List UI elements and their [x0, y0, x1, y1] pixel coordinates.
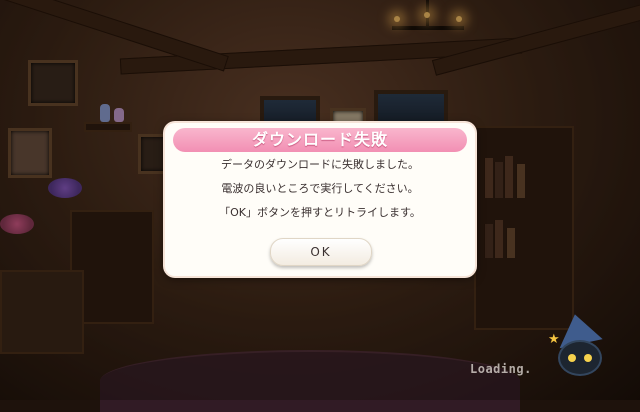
download-error-dialog: ダウンロード失敗 データのダウンロードに失敗しました。 電波の良いところで実行し… — [165, 123, 475, 276]
dialog-title: ダウンロード失敗 — [251, 130, 388, 149]
star-icon: ★ — [548, 332, 560, 347]
chandelier — [392, 26, 464, 30]
dialog-message: データのダウンロードに失敗しました。 電波の良いところで実行してください。 「O… — [165, 153, 475, 225]
notice-board — [8, 128, 52, 178]
wall-picture — [28, 60, 78, 106]
ok-button[interactable]: OK — [270, 238, 372, 266]
loading-text: Loading. — [470, 362, 532, 376]
candle-light — [456, 16, 462, 22]
flower-pot — [0, 214, 34, 234]
candle-light — [424, 12, 430, 18]
cabinet — [0, 270, 84, 354]
candle-light — [394, 16, 400, 22]
ceiling-beam — [119, 37, 523, 75]
potion-bottle — [114, 108, 124, 122]
message-line: 「OK」ボタンを押すとリトライします。 — [219, 206, 421, 219]
message-line: データのダウンロードに失敗しました。 — [221, 158, 419, 171]
chandelier — [426, 0, 429, 30]
message-line: 電波の良いところで実行してください。 — [221, 182, 419, 195]
wall-shelf — [84, 122, 132, 132]
ceiling-beam — [431, 0, 640, 76]
ceiling-beam — [3, 0, 229, 72]
magic-circle-rug — [100, 350, 520, 412]
potion-bottle — [100, 104, 110, 122]
cat-head — [558, 340, 602, 376]
bookshelf — [70, 210, 154, 324]
dialog-header: ダウンロード失敗 — [173, 128, 467, 152]
bookshelf — [474, 126, 574, 330]
cat-mascot: ★ — [548, 309, 606, 376]
flower-pot — [48, 178, 82, 198]
